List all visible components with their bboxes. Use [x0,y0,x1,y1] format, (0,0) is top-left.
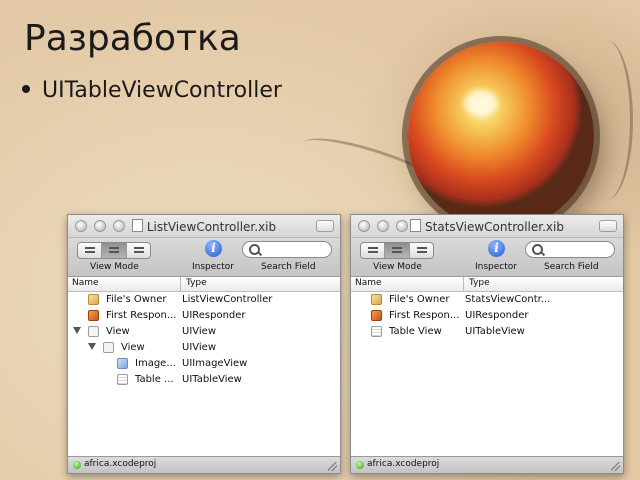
item-name: Image... [135,358,176,369]
column-type-header[interactable]: Type [186,278,207,288]
cube-icon [371,294,382,305]
responder-icon [371,310,382,321]
view-mode-label: View Mode [373,262,422,272]
column-type-header[interactable]: Type [469,278,490,288]
item-name: File's Owner [389,294,450,305]
disclosure-triangle-icon[interactable] [73,327,81,334]
list-item[interactable]: View UIView [68,340,340,356]
column-header: Name Type [68,277,340,292]
bullet-dot-icon [22,85,30,93]
document-icon [131,219,143,232]
list-item[interactable]: Image... UIImageView [68,356,340,372]
toolbar-toggle-button[interactable] [599,220,617,232]
resize-grip-icon[interactable] [328,462,337,471]
bullet-text: UITableViewController [42,78,282,103]
list-view-icon[interactable] [385,243,410,258]
inspector-label: Inspector [475,262,517,272]
window-titlebar[interactable]: StatsViewController.xib [351,215,623,238]
search-input[interactable] [242,241,332,258]
list-item[interactable]: First Respon... UIResponder [351,308,623,324]
search-icon [249,244,260,255]
view-mode-label: View Mode [90,262,139,272]
column-divider[interactable] [463,277,464,291]
view-icon [88,326,99,337]
icon-view-icon[interactable] [361,243,386,258]
item-type: UITableView [465,326,525,337]
window-title: ListViewController.xib [68,219,340,234]
list-item[interactable]: File's Owner StatsViewContr... [351,292,623,308]
search-field-label: Search Field [544,262,599,272]
column-name-header[interactable]: Name [355,278,382,288]
item-type: UITableView [182,374,242,385]
toolbar-toggle-button[interactable] [316,220,334,232]
cube-icon [88,294,99,305]
image-view-icon [117,358,128,369]
painted-sphere-image [408,42,594,230]
responder-icon [88,310,99,321]
item-type: UIView [182,326,216,337]
item-name: Table ... [135,374,174,385]
list-item[interactable]: File's Owner ListViewController [68,292,340,308]
column-view-icon[interactable] [127,243,150,258]
xib-window-list: ListViewController.xib i View Mode Inspe… [67,214,341,474]
item-type: UIImageView [182,358,248,369]
window-title-text: StatsViewController.xib [425,220,564,234]
view-mode-segmented-control[interactable] [77,242,151,259]
search-icon [532,244,543,255]
inspector-label: Inspector [192,262,234,272]
window-toolbar: i View Mode Inspector Search Field [68,238,340,277]
item-type: ListViewController [182,294,273,305]
column-header: Name Type [351,277,623,292]
column-name-header[interactable]: Name [72,278,99,288]
bullet-item: UITableViewController [22,78,282,103]
item-name: First Respon... [389,310,460,321]
item-type: UIResponder [465,310,529,321]
column-view-icon[interactable] [410,243,433,258]
window-statusbar: africa.xcodeproj [68,456,340,473]
list-item[interactable]: Table ... UITableView [68,372,340,388]
object-list: File's Owner StatsViewContr... First Res… [351,292,623,340]
project-status-icon [73,461,81,469]
list-view-icon[interactable] [102,243,127,258]
item-name: Table View [389,326,442,337]
search-input[interactable] [525,241,615,258]
inspector-icon[interactable]: i [488,240,505,257]
project-name: africa.xcodeproj [367,459,440,469]
object-list: File's Owner ListViewController First Re… [68,292,340,388]
item-name: View [106,326,130,337]
window-title: StatsViewController.xib [351,219,623,234]
window-titlebar[interactable]: ListViewController.xib [68,215,340,238]
item-name: First Respon... [106,310,177,321]
icon-view-icon[interactable] [78,243,103,258]
search-field-label: Search Field [261,262,316,272]
slide-title: Разработка [24,18,241,59]
item-name: File's Owner [106,294,167,305]
project-name: africa.xcodeproj [84,459,157,469]
item-type: UIView [182,342,216,353]
sphere-highlight [464,90,498,116]
xib-window-stats: StatsViewController.xib i View Mode Insp… [350,214,624,474]
item-type: UIResponder [182,310,246,321]
view-icon [103,342,114,353]
list-item[interactable]: First Respon... UIResponder [68,308,340,324]
table-view-icon [117,374,128,385]
column-divider[interactable] [180,277,181,291]
window-statusbar: africa.xcodeproj [351,456,623,473]
table-view-icon [371,326,382,337]
window-title-text: ListViewController.xib [146,220,277,234]
item-name: View [121,342,145,353]
view-mode-segmented-control[interactable] [360,242,434,259]
disclosure-triangle-icon[interactable] [88,343,96,350]
item-type: StatsViewContr... [465,294,551,305]
window-toolbar: i View Mode Inspector Search Field [351,238,623,277]
list-item[interactable]: View UIView [68,324,340,340]
project-status-icon [356,461,364,469]
resize-grip-icon[interactable] [611,462,620,471]
list-item[interactable]: Table View UITableView [351,324,623,340]
inspector-icon[interactable]: i [205,240,222,257]
document-icon [410,219,422,232]
